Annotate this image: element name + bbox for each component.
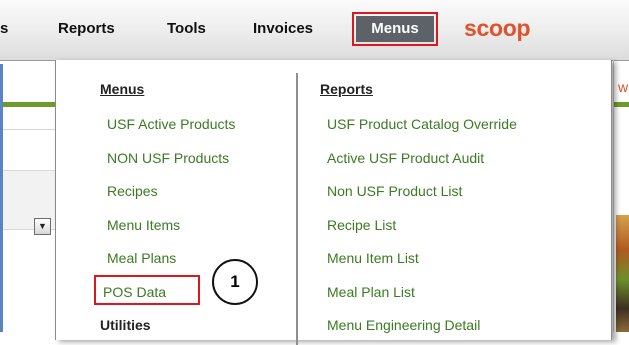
nav-item-menus-highlight[interactable]: Menus — [352, 12, 438, 46]
nav-item-menus[interactable]: Menus — [356, 16, 434, 42]
food-photo — [616, 215, 629, 332]
menu-item-non-usf-products[interactable]: NON USF Products — [107, 150, 229, 167]
menu-item-recipes[interactable]: Recipes — [107, 183, 158, 200]
menu-item-pos-data[interactable]: POS Data — [103, 284, 166, 301]
report-item-menu-item-list[interactable]: Menu Item List — [327, 250, 419, 267]
page-accent-bar-left — [3, 102, 55, 107]
page-right-text-fragment: w — [618, 79, 629, 95]
brand-logo: scoop — [464, 15, 531, 41]
column-divider — [296, 73, 298, 345]
page-divider — [3, 129, 55, 130]
report-item-usf-product-catalog-override[interactable]: USF Product Catalog Override — [327, 116, 517, 133]
report-item-recipe-list[interactable]: Recipe List — [327, 217, 396, 234]
report-item-menu-engineering-detail[interactable]: Menu Engineering Detail — [327, 317, 480, 334]
utilities-heading: Utilities — [100, 317, 151, 333]
report-item-meal-plan-list[interactable]: Meal Plan List — [327, 284, 415, 301]
dropdown-arrow-icon[interactable]: ▼ — [34, 218, 51, 235]
step-callout-badge: 1 — [212, 259, 258, 305]
report-item-non-usf-product-list[interactable]: Non USF Product List — [327, 183, 462, 200]
nav-item-tools[interactable]: Tools — [167, 20, 206, 38]
nav-item-invoices[interactable]: Invoices — [253, 20, 313, 38]
menu-item-meal-plans[interactable]: Meal Plans — [107, 250, 176, 267]
reports-heading: Reports — [320, 81, 373, 97]
nav-item-truncated[interactable]: s — [0, 20, 8, 38]
menu-item-menu-items[interactable]: Menu Items — [107, 217, 180, 234]
top-navigation-bar: s Reports Tools Invoices Menus scoop — [0, 0, 629, 61]
page-right-divider — [613, 60, 614, 332]
menus-dropdown: Menus USF Active Products NON USF Produc… — [55, 60, 612, 345]
menus-heading: Menus — [100, 81, 145, 97]
report-item-active-usf-product-audit[interactable]: Active USF Product Audit — [327, 150, 484, 167]
menu-item-usf-active-products[interactable]: USF Active Products — [107, 116, 235, 133]
nav-item-reports[interactable]: Reports — [58, 20, 115, 38]
page-accent-bar-right — [614, 102, 629, 107]
